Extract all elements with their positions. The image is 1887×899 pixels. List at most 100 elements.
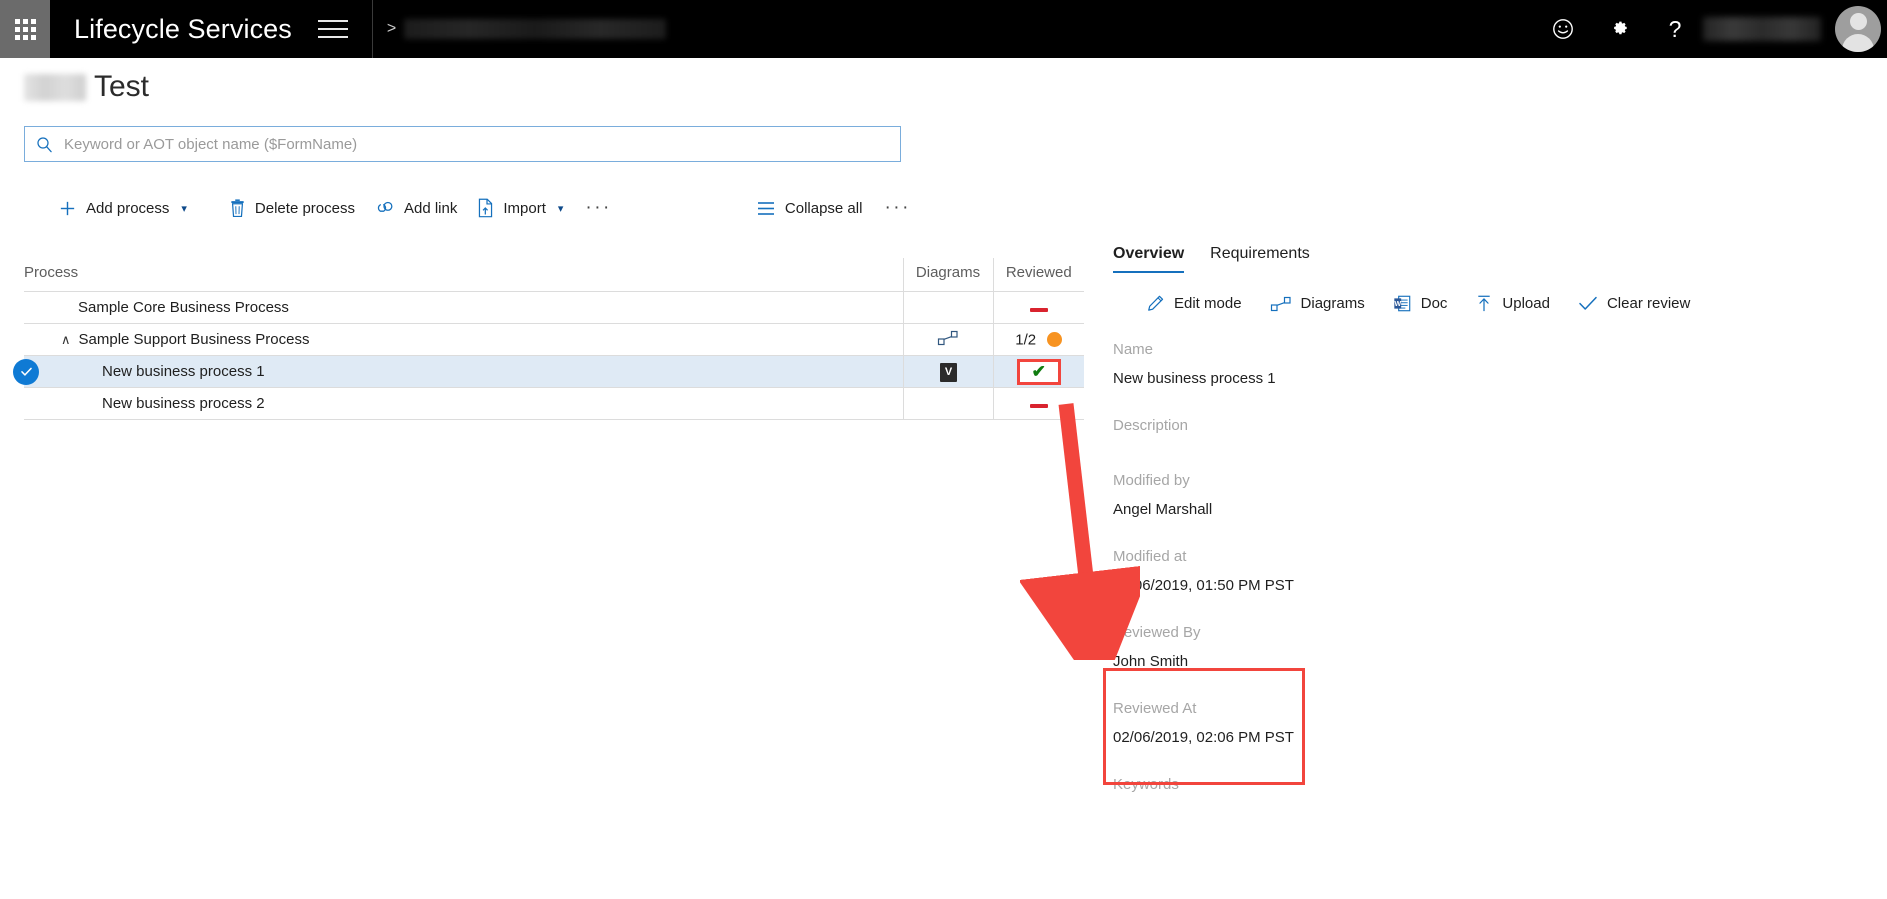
process-table: Process Diagrams Reviewed Sample Core Bu… xyxy=(13,258,1084,420)
doc-button[interactable]: W Doc xyxy=(1393,294,1447,313)
process-cell[interactable]: New business process 2 xyxy=(24,387,903,420)
chevron-down-icon[interactable]: ▾ xyxy=(181,202,187,215)
trash-icon xyxy=(231,198,244,217)
add-link-label: Add link xyxy=(403,199,458,217)
upload-button[interactable]: Upload xyxy=(1475,294,1550,313)
add-link-button[interactable]: Add link xyxy=(365,194,467,222)
search-input[interactable] xyxy=(62,134,862,154)
feedback-button[interactable] xyxy=(1535,0,1591,58)
app-launcher-button[interactable] xyxy=(0,0,50,58)
field-label-modified-at: Modified at xyxy=(1113,548,1187,565)
reviewed-highlight-box: ✔ xyxy=(1016,358,1061,385)
table-row-selected[interactable]: New business process 1 V ✔ xyxy=(13,355,1084,388)
header-actions: ? xyxy=(1535,0,1887,58)
field-label-name: Name xyxy=(1113,341,1154,358)
diagrams-cell[interactable] xyxy=(902,387,993,420)
table-row[interactable]: ∧ Sample Support Business Process 1/2 xyxy=(24,323,1084,356)
view-overflow-button[interactable]: ··· xyxy=(872,196,922,220)
process-name: New business process 2 xyxy=(102,395,265,412)
column-header-reviewed[interactable]: Reviewed xyxy=(992,258,1084,292)
help-button[interactable]: ? xyxy=(1647,0,1703,58)
field-value-reviewed-by: John Smith xyxy=(1113,653,1189,670)
diagrams-label: Diagrams xyxy=(1300,295,1365,312)
add-process-label: Add process xyxy=(86,199,170,217)
reviewed-cell[interactable]: ✔ xyxy=(992,355,1084,388)
word-doc-icon: W xyxy=(1394,295,1411,312)
delete-process-label: Delete process xyxy=(254,199,355,217)
diagram-shapes-icon xyxy=(937,330,958,345)
clear-review-button[interactable]: Clear review xyxy=(1578,295,1690,312)
page-title-prefix-redacted xyxy=(24,73,86,101)
list-lines-icon xyxy=(757,201,774,215)
not-reviewed-dash-icon xyxy=(1029,308,1048,312)
process-cell[interactable]: New business process 1 xyxy=(13,355,903,388)
settings-button[interactable] xyxy=(1591,0,1647,58)
visio-file-icon[interactable]: V xyxy=(939,362,957,382)
not-reviewed-dash-icon xyxy=(1029,404,1048,408)
diagrams-cell[interactable]: V xyxy=(902,355,993,388)
upload-label: Upload xyxy=(1502,295,1550,312)
column-header-process[interactable]: Process xyxy=(24,258,903,292)
search-icon xyxy=(37,136,52,152)
collapse-all-label: Collapse all xyxy=(784,199,863,217)
row-selected-check-icon[interactable] xyxy=(13,358,39,385)
pencil-icon xyxy=(1148,295,1164,311)
brand-title: Lifecycle Services xyxy=(74,13,292,44)
process-cell[interactable]: Sample Core Business Process xyxy=(24,291,903,324)
detail-panel: Overview Requirements Edit mode Diagrams xyxy=(1113,245,1873,805)
column-header-diagrams[interactable]: Diagrams xyxy=(902,258,993,292)
tab-requirements[interactable]: Requirements xyxy=(1210,245,1310,273)
diagrams-cell[interactable] xyxy=(902,291,993,324)
reviewed-cell[interactable] xyxy=(992,387,1084,420)
process-name: Sample Support Business Process xyxy=(78,331,310,348)
delete-process-button[interactable]: Delete process xyxy=(219,194,365,223)
checkmark-icon xyxy=(1579,296,1597,310)
question-mark-icon: ? xyxy=(1668,15,1682,42)
diagrams-button[interactable]: Diagrams xyxy=(1270,295,1365,312)
hamburger-menu-icon[interactable] xyxy=(317,16,348,42)
table-header: Process Diagrams Reviewed xyxy=(24,258,1084,292)
field-value-modified-at: 02/06/2019, 01:50 PM PST xyxy=(1113,577,1294,594)
reviewed-cell[interactable] xyxy=(992,291,1084,324)
user-avatar-icon[interactable] xyxy=(1835,6,1881,52)
field-label-reviewed-at: Reviewed At xyxy=(1113,700,1197,717)
add-process-button[interactable]: Add process ▾ xyxy=(48,194,197,223)
process-cell[interactable]: ∧ Sample Support Business Process xyxy=(24,323,903,356)
reviewed-cell[interactable]: 1/2 xyxy=(992,323,1084,356)
detail-panel-tabs: Overview Requirements xyxy=(1113,245,1873,273)
tab-overview[interactable]: Overview xyxy=(1113,245,1185,273)
table-header-row: Process Diagrams Reviewed xyxy=(24,258,1084,292)
edit-mode-button[interactable]: Edit mode xyxy=(1146,294,1242,313)
field-label-reviewed-by: Reviewed By xyxy=(1113,624,1201,641)
table-row[interactable]: Sample Core Business Process xyxy=(24,291,1084,324)
clear-review-label: Clear review xyxy=(1606,295,1691,312)
search-box[interactable] xyxy=(24,126,901,162)
top-header-bar: Lifecycle Services > ? xyxy=(0,0,1887,58)
breadcrumb[interactable]: > xyxy=(387,19,667,39)
import-label: Import xyxy=(503,199,546,217)
partial-review-dot-icon xyxy=(1047,332,1063,348)
chevron-down-icon[interactable]: ▾ xyxy=(558,202,564,215)
header-divider xyxy=(371,0,373,58)
field-label-keywords: Keywords xyxy=(1113,776,1179,793)
plus-icon xyxy=(60,201,75,215)
app-launcher-icon xyxy=(14,18,36,40)
field-value-name: New business process 1 xyxy=(1113,370,1276,387)
command-bar: Add process ▾ Delete process Add link Im… xyxy=(48,190,923,226)
reviewed-check-icon[interactable]: ✔ xyxy=(1032,362,1046,382)
import-button[interactable]: Import ▾ xyxy=(467,193,573,223)
table-row[interactable]: New business process 2 xyxy=(24,387,1084,420)
detail-fields: Name New business process 1 Description … xyxy=(1113,341,1873,793)
field-value-modified-by: Angel Marshall xyxy=(1113,501,1213,518)
reviewed-fraction: 1/2 xyxy=(1015,331,1037,349)
diagrams-cell[interactable] xyxy=(902,323,993,356)
link-icon xyxy=(377,201,393,212)
detail-panel-actions: Edit mode Diagrams W Doc Upload Clear re… xyxy=(1113,294,1873,313)
svg-text:W: W xyxy=(1394,301,1401,308)
process-name: Sample Core Business Process xyxy=(78,299,289,316)
toolbar-overflow-button[interactable]: ··· xyxy=(573,196,623,220)
collapse-caret-icon[interactable]: ∧ xyxy=(61,332,71,348)
import-file-icon xyxy=(479,198,493,218)
collapse-all-button[interactable]: Collapse all xyxy=(746,195,873,222)
field-label-modified-by: Modified by xyxy=(1113,472,1190,489)
